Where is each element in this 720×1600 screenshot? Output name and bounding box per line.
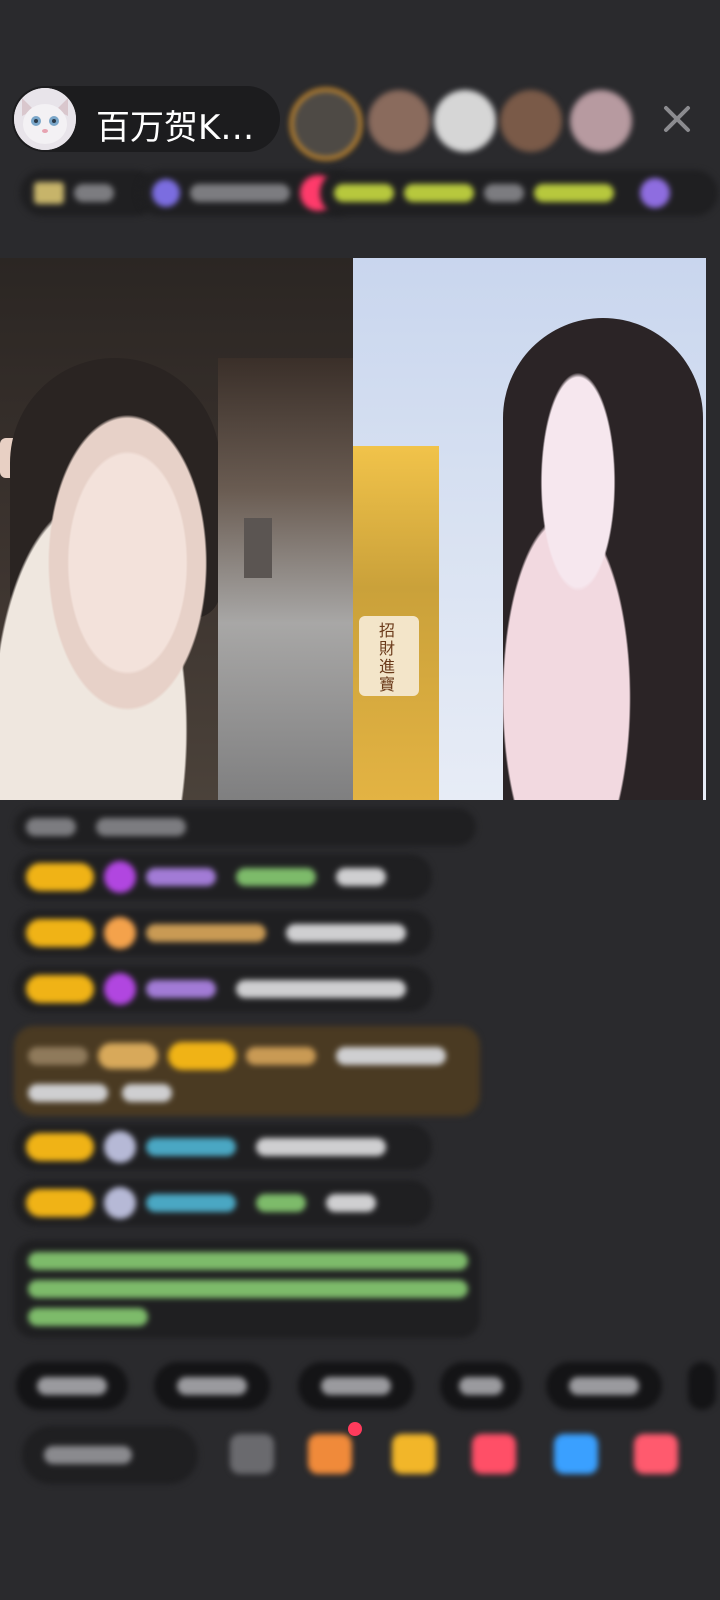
host-avatar[interactable] — [14, 88, 76, 150]
red-packet-icon[interactable] — [392, 1434, 436, 1474]
fortune-scroll-text: 招財進寶 — [379, 621, 396, 694]
fortune-scroll: 招財進寶 — [359, 616, 419, 696]
quick-chip[interactable] — [440, 1362, 522, 1410]
streamer-video-left[interactable] — [0, 258, 353, 800]
live-status-row[interactable] — [20, 170, 718, 216]
quick-chip[interactable] — [154, 1362, 270, 1410]
fan-gem-icon — [104, 917, 136, 949]
level-badge — [26, 1189, 94, 1217]
fan-gem-icon — [104, 861, 136, 893]
cat-avatar-icon — [14, 88, 76, 150]
streamer-face — [0, 378, 240, 800]
level-badge — [26, 1133, 94, 1161]
comment-input[interactable] — [22, 1426, 198, 1484]
notification-dot — [348, 1422, 362, 1436]
system-notice-message — [14, 1240, 480, 1338]
host-info-pill[interactable]: 百万贺K… — [12, 86, 280, 152]
viewer-avatar[interactable] — [500, 90, 562, 152]
viewer-avatar[interactable] — [368, 90, 430, 152]
streamer-video-right[interactable]: 招財進寶 — [353, 258, 706, 800]
host-name: 百万贺K… — [96, 108, 255, 148]
chat-message — [14, 1124, 432, 1170]
level-badge — [26, 863, 94, 891]
chat-bubble-icon[interactable] — [554, 1434, 598, 1474]
gift-icon[interactable] — [634, 1434, 678, 1474]
chat-highlight-message — [14, 1026, 480, 1116]
status-chip[interactable] — [320, 170, 718, 216]
background-scene-golden-deity: 招財進寶 — [353, 446, 439, 800]
chat-message — [14, 1180, 432, 1226]
quick-chip-row[interactable] — [16, 1362, 716, 1410]
streamer-face — [463, 338, 693, 800]
quick-chip[interactable] — [688, 1362, 716, 1410]
fan-gem-icon — [104, 1131, 136, 1163]
chat-message — [14, 910, 432, 956]
viewer-avatar[interactable] — [570, 90, 632, 152]
level-badge — [26, 919, 94, 947]
level-badge — [26, 975, 94, 1003]
chat-message — [14, 966, 432, 1012]
bottom-toolbar[interactable] — [0, 1422, 720, 1486]
quick-chip[interactable] — [16, 1362, 128, 1410]
viewer-avatar[interactable] — [290, 88, 362, 160]
heart-gift-icon[interactable] — [472, 1434, 516, 1474]
fan-gem-icon — [104, 973, 136, 1005]
quick-chip[interactable] — [298, 1362, 414, 1410]
fan-gem-icon — [104, 1187, 136, 1219]
emoji-icon[interactable] — [230, 1434, 274, 1474]
gift-box-icon[interactable] — [308, 1434, 352, 1474]
close-icon[interactable] — [660, 102, 694, 136]
chat-message — [14, 808, 476, 846]
viewer-avatar[interactable] — [434, 90, 496, 152]
chat-message — [14, 854, 432, 900]
quick-chip[interactable] — [546, 1362, 662, 1410]
background-scene-corridor — [218, 358, 353, 800]
